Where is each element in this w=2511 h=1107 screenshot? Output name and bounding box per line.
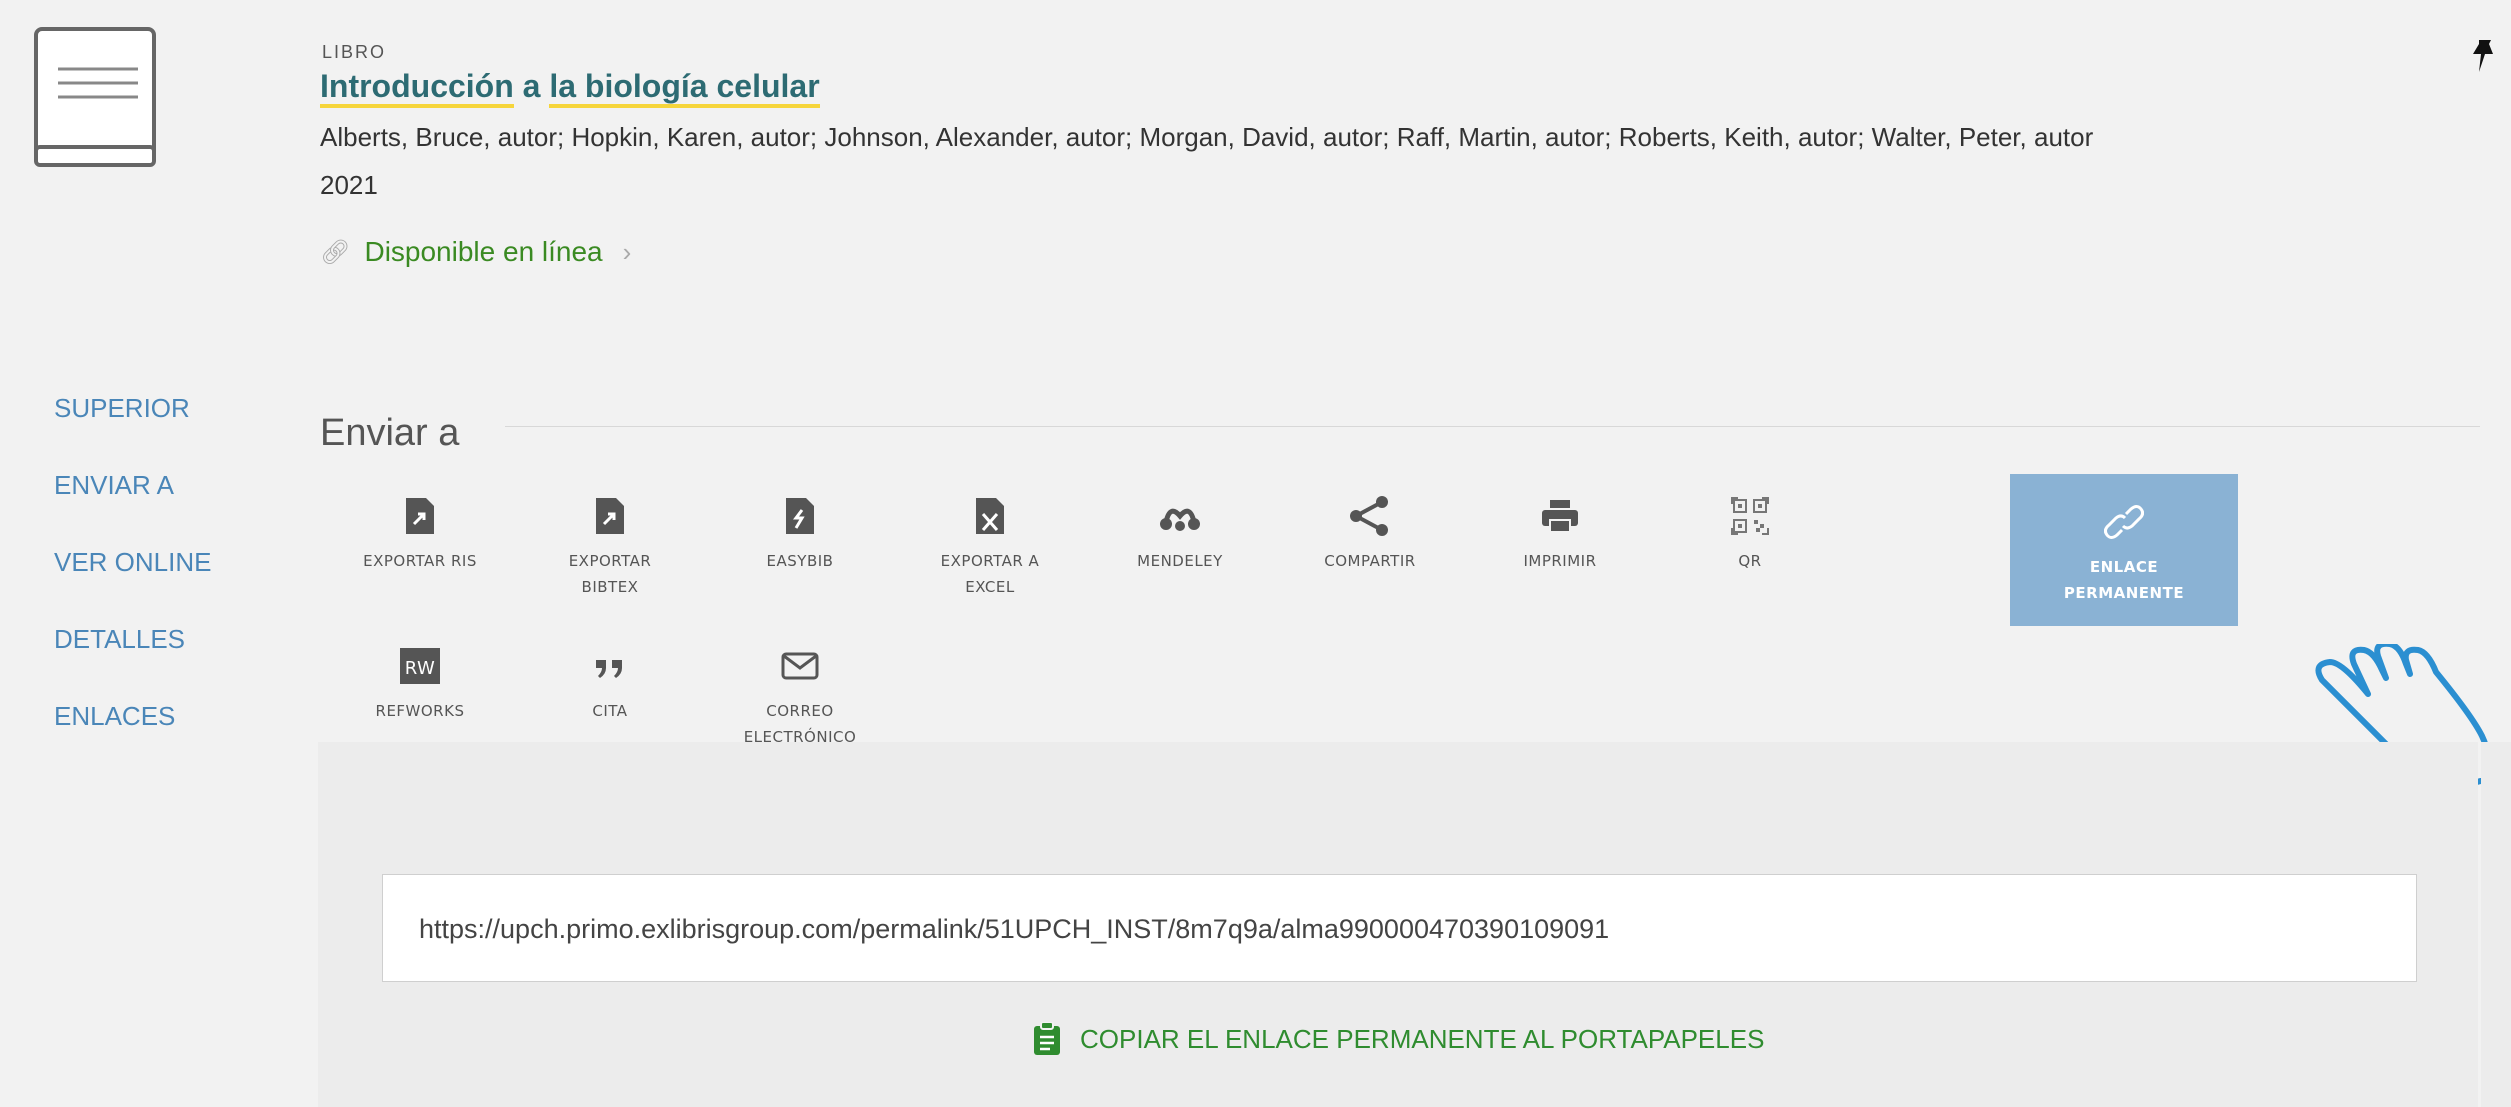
action-label: REFWORKS <box>375 702 465 720</box>
title-part-highlighted[interactable]: la biología celular <box>549 68 820 108</box>
export-excel-button[interactable]: EXPORTAR A EXCEL <box>890 490 1090 600</box>
nav-item-detalles[interactable]: DETALLES <box>54 621 212 698</box>
qr-button[interactable]: QR <box>1650 490 1850 574</box>
nav-item-enviar-a[interactable]: ENVIAR A <box>54 467 212 544</box>
action-label: EXPORTAR RIS <box>363 552 477 570</box>
qr-code-icon <box>1731 497 1769 535</box>
action-label: EXPORTAR A EXCEL <box>940 552 1040 596</box>
nav-item-superior[interactable]: SUPERIOR <box>54 390 212 467</box>
easybib-button[interactable]: EASYBIB <box>700 490 900 574</box>
copy-permalink-button[interactable]: COPIAR EL ENLACE PERMANENTE AL PORTAPAPE… <box>1032 1022 1764 1056</box>
share-button[interactable]: COMPARTIR <box>1270 490 1470 574</box>
action-label: CORREO ELECTRÓNICO <box>743 702 857 746</box>
mendeley-icon <box>1160 508 1200 531</box>
availability-link[interactable]: 🔗︎ Disponible en línea › <box>320 236 631 268</box>
quote-icon <box>596 660 622 678</box>
action-label: EASYBIB <box>766 552 834 570</box>
permalink-url-field[interactable]: https://upch.primo.exlibrisgroup.com/per… <box>382 874 2417 982</box>
action-label: CITA <box>592 702 628 720</box>
record-type-label: LIBRO <box>322 42 387 62</box>
record-authors: Alberts, Bruce, autor; Hopkin, Karen, au… <box>320 122 2094 152</box>
easybib-icon <box>786 498 814 534</box>
refworks-button[interactable]: RW REFWORKS <box>320 640 520 724</box>
citation-button[interactable]: CITA <box>510 640 710 724</box>
book-thumbnail-icon <box>34 27 156 167</box>
email-button[interactable]: CORREO ELECTRÓNICO <box>700 640 900 750</box>
export-ris-button[interactable]: EXPORTAR RIS <box>320 490 520 574</box>
svg-text:RW: RW <box>405 658 436 679</box>
section-nav: SUPERIOR ENVIAR A VER ONLINE DETALLES EN… <box>54 390 212 775</box>
chevron-right-icon: › <box>622 236 632 267</box>
link-icon <box>2104 505 2144 539</box>
link-icon: 🔗︎ <box>320 238 351 266</box>
print-button[interactable]: IMPRIMIR <box>1460 490 1660 574</box>
action-label: COMPARTIR <box>1324 552 1416 570</box>
title-part-highlighted[interactable]: Introducción <box>320 68 514 108</box>
file-export-icon <box>596 498 624 534</box>
export-bibtex-button[interactable]: EXPORTAR BIBTEX <box>510 490 710 600</box>
excel-file-icon <box>976 498 1004 534</box>
nav-item-enlaces[interactable]: ENLACES <box>54 698 212 775</box>
clipboard-icon <box>1034 1022 1060 1055</box>
panel-edge <box>2481 742 2511 1107</box>
action-label: ENLACE PERMANENTE <box>2063 558 2185 602</box>
print-icon <box>1542 500 1578 533</box>
permalink-button[interactable]: ENLACE PERMANENTE <box>2010 474 2238 626</box>
action-label: MENDELEY <box>1137 552 1223 570</box>
pin-icon[interactable] <box>2469 36 2499 76</box>
action-label: QR <box>1738 552 1762 570</box>
action-label: EXPORTAR BIBTEX <box>568 552 652 596</box>
share-icon <box>1350 496 1388 536</box>
record-year: 2021 <box>320 170 378 200</box>
file-export-icon <box>406 498 434 534</box>
title-part-plain[interactable]: a <box>523 68 541 104</box>
mendeley-button[interactable]: MENDELEY <box>1080 490 1280 574</box>
section-divider <box>505 426 2480 427</box>
email-icon <box>781 652 819 680</box>
section-title: Enviar a <box>320 412 460 454</box>
refworks-icon: RW <box>400 648 440 684</box>
copy-permalink-label: COPIAR EL ENLACE PERMANENTE AL PORTAPAPE… <box>1080 1023 1765 1054</box>
nav-item-ver-online[interactable]: VER ONLINE <box>54 544 212 621</box>
record-title-link[interactable]: Introducción a la biología celular <box>320 68 820 108</box>
availability-label: Disponible en línea <box>364 236 603 267</box>
action-label: IMPRIMIR <box>1523 552 1597 570</box>
